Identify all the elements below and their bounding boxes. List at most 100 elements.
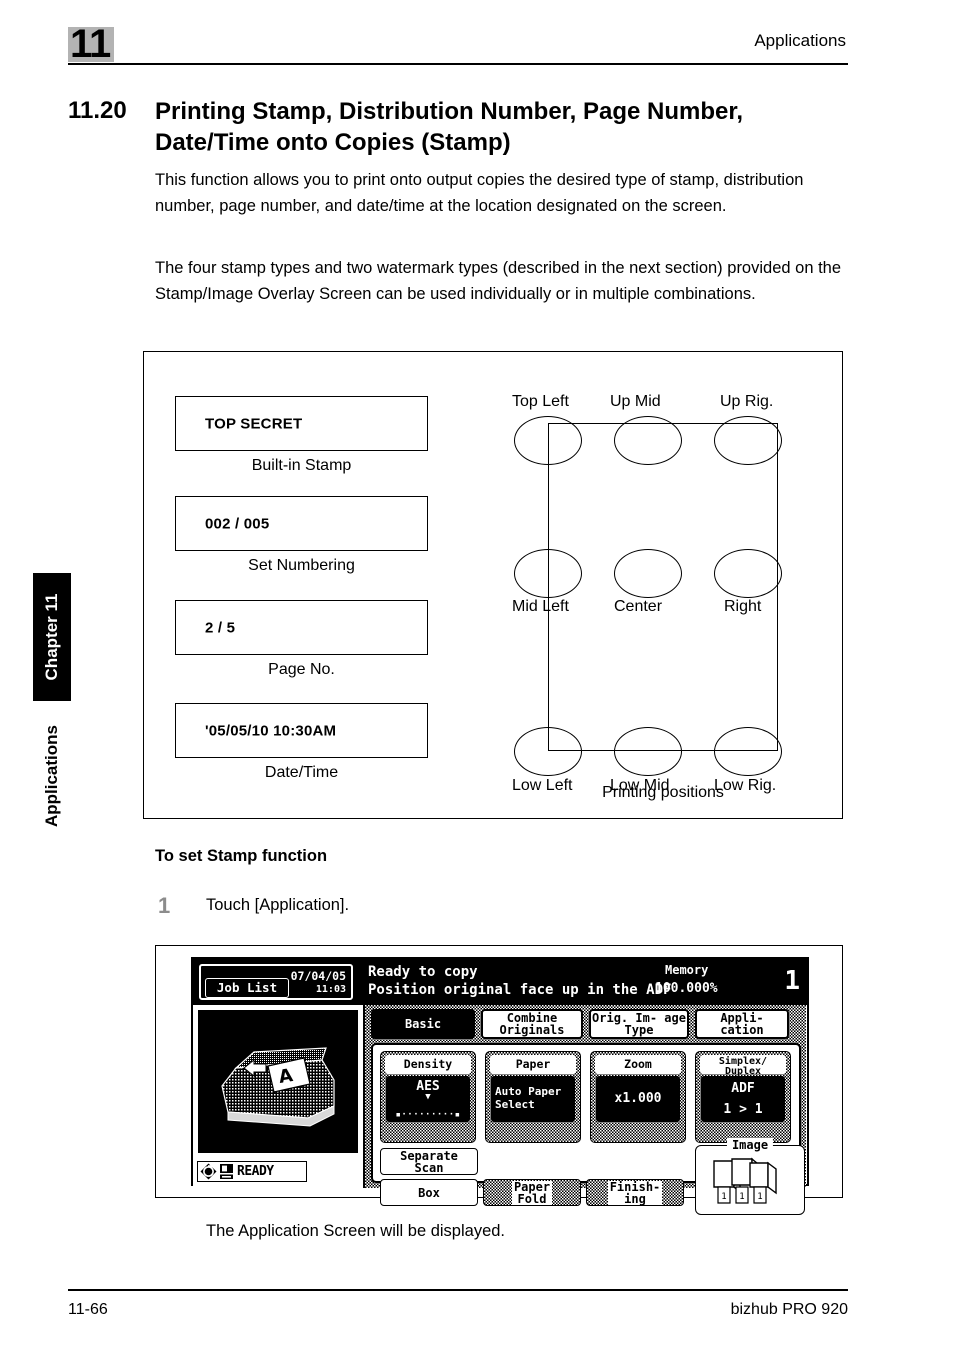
- ready-label: READY: [237, 1164, 274, 1179]
- stamp-sample-text: TOP SECRET: [205, 415, 303, 432]
- output-sheets-icon: 1 1 1: [713, 1157, 777, 1204]
- position-marker-up-right: [714, 416, 782, 465]
- box-label: Box: [418, 1185, 440, 1200]
- section-number: 11.20: [68, 97, 127, 124]
- body-paragraph-2: The four stamp types and two watermark t…: [155, 259, 842, 303]
- simplex-duplex-title: Simplex/ Duplex: [700, 1055, 786, 1076]
- stamp-caption: Set Numbering: [248, 557, 355, 574]
- step-number: 1: [158, 893, 171, 918]
- paper-fold-button[interactable]: Paper Fold: [483, 1179, 581, 1206]
- paper-value: Auto Paper Select: [491, 1076, 575, 1122]
- job-list-button[interactable]: Job List: [205, 978, 289, 998]
- svg-text:1: 1: [721, 1192, 726, 1202]
- stamp-types-figure: TOP SECRET Built-in Stamp 002 / 005 Set …: [143, 351, 843, 819]
- separate-scan-label: Separate Scan: [400, 1148, 458, 1175]
- position-marker-mid-left: [514, 549, 582, 598]
- svg-text:1: 1: [739, 1192, 744, 1202]
- position-label-up-mid: Up Mid: [610, 393, 661, 410]
- footer-rule: [68, 1289, 848, 1291]
- position-marker-low-right: [714, 727, 782, 776]
- tab-orig-image-type[interactable]: Orig. Im- age Type: [589, 1009, 689, 1039]
- tab-application[interactable]: Appli- cation: [695, 1009, 789, 1039]
- control-panel-figure: Job List 07/04/05 11:03 Ready to copy Po…: [155, 945, 843, 1215]
- copy-count: 1: [784, 966, 800, 996]
- lcd-message-line1: Ready to copy: [368, 964, 478, 980]
- document-page: 11 Applications Chapter 11 Applications …: [0, 0, 954, 1352]
- density-arrow: ▼: [425, 1092, 431, 1102]
- separate-scan-button[interactable]: Separate Scan: [380, 1148, 478, 1175]
- lcd-time: 11:03: [315, 984, 346, 995]
- density-title: Density: [385, 1055, 471, 1074]
- density-slider[interactable]: ▪·········▪: [392, 1110, 464, 1120]
- sidebar-chapter-tab: Chapter 11: [33, 573, 71, 701]
- stamp-sample-text: 2 / 5: [205, 619, 236, 636]
- svg-text:1: 1: [757, 1192, 762, 1202]
- zoom-value: x1.000: [596, 1076, 680, 1122]
- header-rule: [68, 63, 848, 65]
- stamp-caption: Built-in Stamp: [251, 457, 352, 474]
- sidebar-section-tab: Applications: [33, 701, 71, 851]
- zoom-title: Zoom: [595, 1055, 681, 1074]
- lcd-preview-pane: A READY: [193, 1005, 365, 1188]
- step-instruction: Touch [Application].: [206, 896, 350, 914]
- step-result-text: The Application Screen will be displayed…: [206, 1222, 506, 1240]
- lcd-ready-status: READY: [197, 1161, 307, 1182]
- box-button[interactable]: Box: [380, 1179, 478, 1206]
- stamp-sample-text: '05/05/10 10:30AM: [205, 722, 337, 739]
- scanner-adf-icon: A: [221, 1047, 335, 1127]
- stamp-caption: Date/Time: [264, 764, 339, 781]
- stamp-sample-box: TOP SECRET: [175, 396, 428, 451]
- lcd-basic-panel: Density AES ▼ ▪·········▪ Paper Auto Pap…: [371, 1043, 805, 1215]
- tab-combine-originals[interactable]: Combine Originals: [481, 1009, 583, 1039]
- lcd-date: 07/04/05: [290, 969, 346, 983]
- position-label-top-left: Top Left: [512, 393, 569, 410]
- position-label-up-right: Up Rig.: [720, 393, 774, 410]
- function-button-zoom[interactable]: Zoom x1.000: [590, 1051, 686, 1143]
- function-button-density[interactable]: Density AES ▼ ▪·········▪: [380, 1051, 476, 1143]
- stamp-caption: Page No.: [268, 661, 335, 678]
- lcd-status-bar: Job List 07/04/05 11:03 Ready to copy Po…: [193, 959, 807, 1005]
- scanner-illustration-area: A: [197, 1009, 359, 1154]
- position-marker-center: [614, 549, 682, 598]
- memory-value: 100.000%: [655, 981, 718, 996]
- product-name: bizhub PRO 920: [730, 1301, 848, 1318]
- function-button-paper[interactable]: Paper Auto Paper Select: [485, 1051, 581, 1143]
- memory-label: Memory: [665, 963, 709, 977]
- image-box-label: Image: [726, 1138, 774, 1152]
- stamp-sample-box: '05/05/10 10:30AM: [175, 703, 428, 758]
- printing-positions-diagram: Top Left Up Mid Up Rig. Mid Left Center …: [502, 372, 824, 812]
- position-marker-low-left: [514, 727, 582, 776]
- lcd-message-line2: Position original face up in the ADF: [368, 982, 672, 998]
- position-marker-low-mid: [614, 727, 682, 776]
- copier-lcd-screen: Job List 07/04/05 11:03 Ready to copy Po…: [191, 957, 809, 1215]
- page-title: Printing Stamp, Distribution Number, Pag…: [155, 98, 744, 156]
- stamp-sample-box: 2 / 5: [175, 600, 428, 655]
- body-paragraph-1: This function allows you to print onto o…: [155, 171, 804, 215]
- running-header-title: Applications: [754, 31, 846, 50]
- printer-icon: [220, 1164, 233, 1179]
- stamp-sample-box: 002 / 005: [175, 496, 428, 551]
- position-label-right: Right: [724, 598, 762, 615]
- tab-basic[interactable]: Basic: [371, 1009, 475, 1039]
- rotate-icon: [200, 1163, 217, 1180]
- finishing-button[interactable]: Finish- ing: [586, 1179, 684, 1206]
- simplex-duplex-value: ADF 1 > 1: [701, 1076, 785, 1122]
- paper-fold-label: Paper Fold: [511, 1179, 553, 1206]
- image-preview-box[interactable]: Image 1 1 1: [695, 1138, 805, 1215]
- page-number: 11-66: [68, 1301, 108, 1318]
- position-marker-top-left: [514, 416, 582, 465]
- finishing-label: Finish- ing: [607, 1179, 663, 1206]
- position-label-center: Center: [614, 598, 663, 615]
- function-button-simplex-duplex[interactable]: Simplex/ Duplex ADF 1 > 1: [695, 1051, 791, 1143]
- position-marker-right: [714, 549, 782, 598]
- position-marker-up-mid: [614, 416, 682, 465]
- lcd-tab-row: Basic Combine Originals Orig. Im- age Ty…: [371, 1009, 801, 1039]
- density-value: AES ▼ ▪·········▪: [386, 1076, 470, 1122]
- position-label-mid-left: Mid Left: [512, 598, 569, 615]
- paper-title: Paper: [490, 1055, 576, 1074]
- procedure-subheading: To set Stamp function: [155, 847, 328, 865]
- job-list-panel: Job List 07/04/05 11:03: [199, 964, 353, 1000]
- chapter-number: 11: [70, 22, 111, 66]
- printing-positions-caption: Printing positions: [602, 784, 724, 801]
- sidebar-section-label: Applications: [42, 725, 61, 828]
